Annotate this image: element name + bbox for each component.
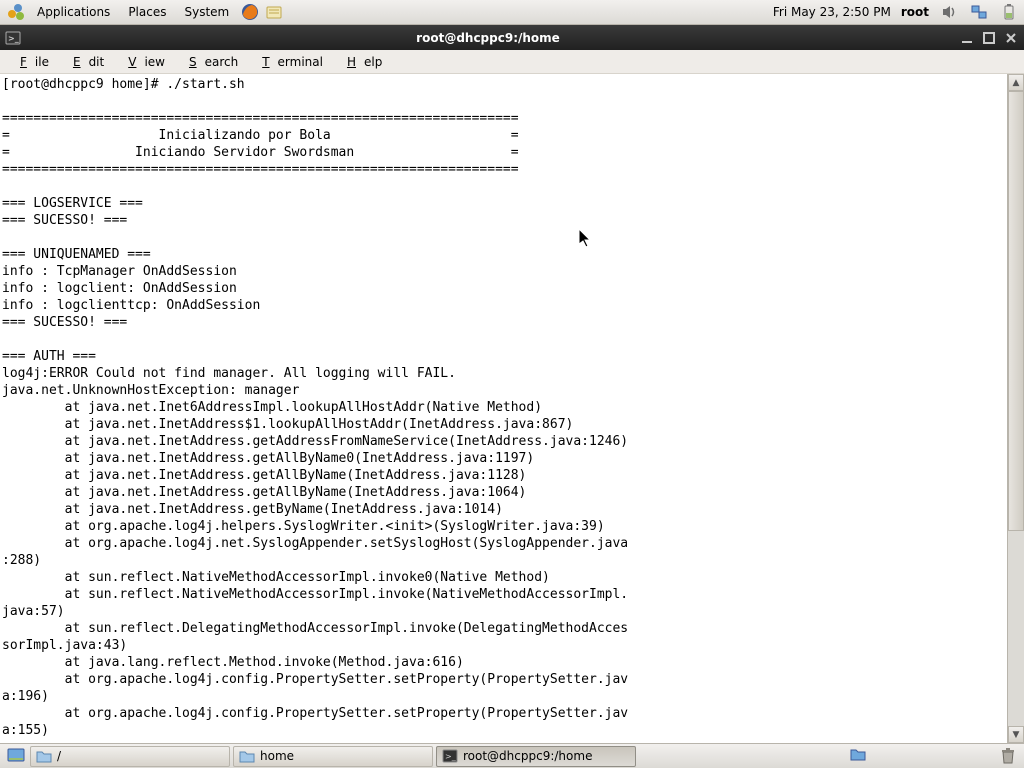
taskbar-label: home [260, 749, 294, 763]
titlebar[interactable]: >_ root@dhcppc9:/home [0, 25, 1024, 50]
distro-icon [5, 1, 27, 23]
firefox-icon[interactable] [239, 1, 261, 23]
minimize-button[interactable] [958, 29, 976, 47]
top-panel: Applications Places System Fri May 23, 2… [0, 0, 1024, 25]
clock[interactable]: Fri May 23, 2:50 PM [773, 5, 891, 19]
terminal-icon: >_ [442, 748, 458, 764]
taskbar-label: root@dhcppc9:/home [463, 749, 592, 763]
scroll-thumb[interactable] [1008, 91, 1024, 531]
scroll-down-button[interactable]: ▼ [1008, 726, 1024, 743]
workspace-switcher-icon[interactable] [849, 745, 871, 767]
window-title: root@dhcppc9:/home [22, 31, 954, 45]
folder-icon [36, 748, 52, 764]
menu-search[interactable]: Search [173, 52, 246, 72]
taskbar-item-home[interactable]: home [233, 746, 433, 767]
notes-icon[interactable] [263, 1, 285, 23]
menu-file[interactable]: File [4, 52, 57, 72]
terminal-window: >_ root@dhcppc9:/home File Edit View Sea… [0, 25, 1024, 743]
terminal-title-icon: >_ [4, 29, 22, 47]
scroll-track[interactable] [1008, 91, 1024, 726]
close-button[interactable] [1002, 29, 1020, 47]
scroll-up-button[interactable]: ▲ [1008, 74, 1024, 91]
menu-terminal[interactable]: Terminal [246, 52, 331, 72]
menu-help[interactable]: Help [331, 52, 390, 72]
battery-icon[interactable] [999, 2, 1019, 22]
bottom-panel: / home >_ root@dhcppc9:/home [0, 743, 1024, 768]
menu-edit[interactable]: Edit [57, 52, 112, 72]
scrollbar[interactable]: ▲ ▼ [1007, 74, 1024, 743]
folder-icon [239, 748, 255, 764]
svg-text:>_: >_ [445, 752, 457, 761]
show-desktop-icon[interactable] [5, 745, 27, 767]
menu-applications[interactable]: Applications [29, 2, 118, 22]
menubar: File Edit View Search Terminal Help [0, 50, 1024, 74]
menu-view[interactable]: View [112, 52, 173, 72]
taskbar-item-root[interactable]: / [30, 746, 230, 767]
taskbar-item-terminal[interactable]: >_ root@dhcppc9:/home [436, 746, 636, 767]
user-label[interactable]: root [901, 5, 929, 19]
trash-icon[interactable] [997, 745, 1019, 767]
volume-icon[interactable] [939, 2, 959, 22]
menu-system[interactable]: System [176, 2, 237, 22]
network-icon[interactable] [969, 2, 989, 22]
svg-text:>_: >_ [8, 34, 19, 43]
menu-places[interactable]: Places [120, 2, 174, 22]
maximize-button[interactable] [980, 29, 998, 47]
terminal-output[interactable]: [root@dhcppc9 home]# ./start.sh ========… [0, 74, 1007, 743]
taskbar-label: / [57, 749, 61, 763]
